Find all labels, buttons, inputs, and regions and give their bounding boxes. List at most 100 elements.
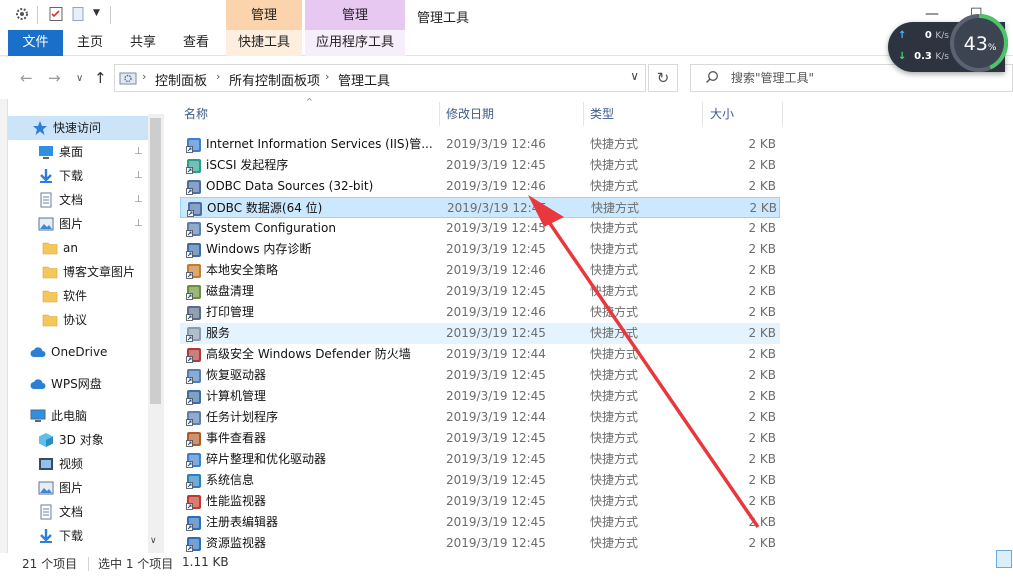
file-name: ODBC 数据源(64 位) [207, 201, 323, 215]
file-row[interactable]: 系统信息 2019/3/19 12:45 快捷方式 2 KB [180, 470, 780, 491]
tab-shortcut-tools[interactable]: 快捷工具 [226, 30, 302, 56]
forward-arrow-icon[interactable]: → [48, 69, 61, 87]
tab-share[interactable]: 共享 [120, 30, 166, 56]
file-date: 2019/3/19 12:45 [446, 242, 546, 256]
file-row[interactable]: Windows 内存诊断 2019/3/19 12:45 快捷方式 2 KB [180, 239, 780, 260]
nav-item[interactable]: 视频 [8, 452, 148, 476]
nav-item[interactable]: 下载 [8, 524, 148, 548]
nav-item[interactable]: 图片 ⊥ [8, 212, 148, 236]
column-divider[interactable] [439, 102, 440, 126]
nav-item[interactable]: 图片 [8, 476, 148, 500]
nav-item[interactable]: 软件 [8, 284, 148, 308]
nav-item[interactable]: 3D 对象 [8, 428, 148, 452]
nav-scrollbar-thumb[interactable] [150, 118, 161, 404]
file-row[interactable]: 碎片整理和优化驱动器 2019/3/19 12:45 快捷方式 2 KB [180, 449, 780, 470]
search-icon [706, 71, 718, 83]
shortcut-icon [186, 453, 201, 468]
file-row[interactable]: iSCSI 发起程序 2019/3/19 12:45 快捷方式 2 KB [180, 155, 780, 176]
recent-locations-chevron-icon[interactable]: ∨ [76, 73, 83, 84]
file-row[interactable]: 性能监视器 2019/3/19 12:45 快捷方式 2 KB [180, 491, 780, 512]
nav-item[interactable]: 快速访问 [8, 116, 148, 140]
window-title: 管理工具 [417, 11, 470, 26]
file-row[interactable]: ODBC 数据源(64 位) 2019/3/19 12:45 快捷方式 2 KB [180, 197, 780, 218]
column-divider[interactable] [782, 102, 783, 126]
address-bar[interactable]: › 控制面板 › 所有控制面板项 › 管理工具 ∨ [114, 64, 646, 92]
file-row[interactable]: 高级安全 Windows Defender 防火墙 2019/3/19 12:44… [180, 344, 780, 365]
column-divider[interactable] [702, 102, 703, 126]
pin-icon[interactable]: ⊥ [134, 212, 143, 236]
file-type: 快捷方式 [590, 137, 639, 151]
document-icon [38, 192, 54, 208]
pin-icon[interactable]: ⊥ [134, 140, 143, 164]
up-arrow-icon[interactable]: ↑ [94, 69, 107, 87]
tab-application-tools[interactable]: 应用程序工具 [305, 30, 405, 56]
properties-gear-icon[interactable] [14, 6, 30, 22]
nav-item-label: 3D 对象 [59, 433, 104, 447]
nav-item[interactable]: 博客文章图片 [8, 260, 148, 284]
shortcut-icon [186, 222, 201, 237]
file-size: 2 KB [748, 452, 776, 466]
file-row[interactable]: 事件查看器 2019/3/19 12:45 快捷方式 2 KB [180, 428, 780, 449]
file-date: 2019/3/19 12:45 [446, 515, 546, 529]
column-header-size[interactable]: 大小 [710, 100, 734, 128]
breadcrumb-all-items[interactable]: 所有控制面板项 [229, 70, 320, 89]
nav-item[interactable]: an [8, 236, 148, 260]
file-name: 注册表编辑器 [206, 515, 279, 529]
qa-divider [110, 6, 111, 24]
file-date: 2019/3/19 12:45 [446, 389, 546, 403]
file-row[interactable]: 计算机管理 2019/3/19 12:45 快捷方式 2 KB [180, 386, 780, 407]
file-size: 2 KB [748, 389, 776, 403]
back-arrow-icon[interactable]: ← [20, 69, 33, 87]
tab-file[interactable]: 文件 [8, 30, 63, 56]
nav-item-label: 此电脑 [51, 409, 88, 423]
shortcut-icon [186, 243, 201, 258]
breadcrumb-control-panel[interactable]: 控制面板 [155, 70, 207, 89]
file-row[interactable]: 服务 2019/3/19 12:45 快捷方式 2 KB [180, 323, 780, 344]
file-row[interactable]: 恢复驱动器 2019/3/19 12:45 快捷方式 2 KB [180, 365, 780, 386]
column-divider[interactable] [583, 102, 584, 126]
checklist-icon[interactable] [48, 6, 64, 22]
column-header-type[interactable]: 类型 [590, 100, 614, 128]
file-row[interactable]: 打印管理 2019/3/19 12:46 快捷方式 2 KB [180, 302, 780, 323]
details-view-icon[interactable] [996, 550, 1012, 568]
file-size: 2 KB [748, 515, 776, 529]
refresh-button[interactable]: ↻ [648, 64, 678, 92]
file-type: 快捷方式 [590, 221, 639, 235]
tab-view[interactable]: 查看 [174, 30, 218, 56]
file-name: 计算机管理 [206, 389, 267, 403]
nav-item[interactable]: WPS网盘 [8, 372, 148, 396]
nav-item-label: 图片 [59, 481, 84, 495]
file-name: 高级安全 Windows Defender 防火墙 [206, 347, 411, 361]
file-row[interactable]: Internet Information Services (IIS)管... 2… [180, 134, 780, 155]
minimize-button[interactable]: — [925, 6, 939, 22]
nav-item[interactable]: 文档 ⊥ [8, 188, 148, 212]
file-name: ODBC Data Sources (32-bit) [206, 179, 374, 193]
file-row[interactable]: 本地安全策略 2019/3/19 12:46 快捷方式 2 KB [180, 260, 780, 281]
pin-icon[interactable]: ⊥ [134, 164, 143, 188]
nav-item[interactable]: OneDrive [8, 340, 148, 364]
file-row[interactable]: 资源监视器 2019/3/19 12:45 快捷方式 2 KB [180, 533, 780, 554]
breadcrumb-admin-tools[interactable]: 管理工具 [338, 70, 390, 89]
control-panel-icon [119, 72, 137, 85]
download-arrow-icon: ↓ [898, 51, 907, 62]
file-type: 快捷方式 [590, 305, 639, 319]
file-row[interactable]: ODBC Data Sources (32-bit) 2019/3/19 12:4… [180, 176, 780, 197]
nav-item[interactable]: 下载 ⊥ [8, 164, 148, 188]
column-header-name[interactable]: 名称 [184, 100, 208, 128]
file-row[interactable]: 磁盘清理 2019/3/19 12:45 快捷方式 2 KB [180, 281, 780, 302]
nav-item[interactable]: 此电脑 [8, 404, 148, 428]
folder-icon [42, 288, 58, 304]
file-row[interactable]: System Configuration 2019/3/19 12:45 快捷方式 2… [180, 218, 780, 239]
nav-item[interactable]: 协议 [8, 308, 148, 332]
nav-item[interactable]: 文档 [8, 500, 148, 524]
address-dropdown-icon[interactable]: ∨ [630, 69, 639, 83]
new-file-icon[interactable] [70, 6, 86, 22]
pin-icon[interactable]: ⊥ [134, 188, 143, 212]
nav-item[interactable]: 桌面 ⊥ [8, 140, 148, 164]
column-header-date[interactable]: 修改日期 [446, 100, 494, 128]
tab-home[interactable]: 主页 [68, 30, 112, 56]
quick-access-dropdown-icon[interactable]: ▼ [93, 8, 100, 18]
file-row[interactable]: 任务计划程序 2019/3/19 12:44 快捷方式 2 KB [180, 407, 780, 428]
file-row[interactable]: 注册表编辑器 2019/3/19 12:45 快捷方式 2 KB [180, 512, 780, 533]
nav-scroll-down-icon[interactable]: ∨ [150, 536, 157, 546]
